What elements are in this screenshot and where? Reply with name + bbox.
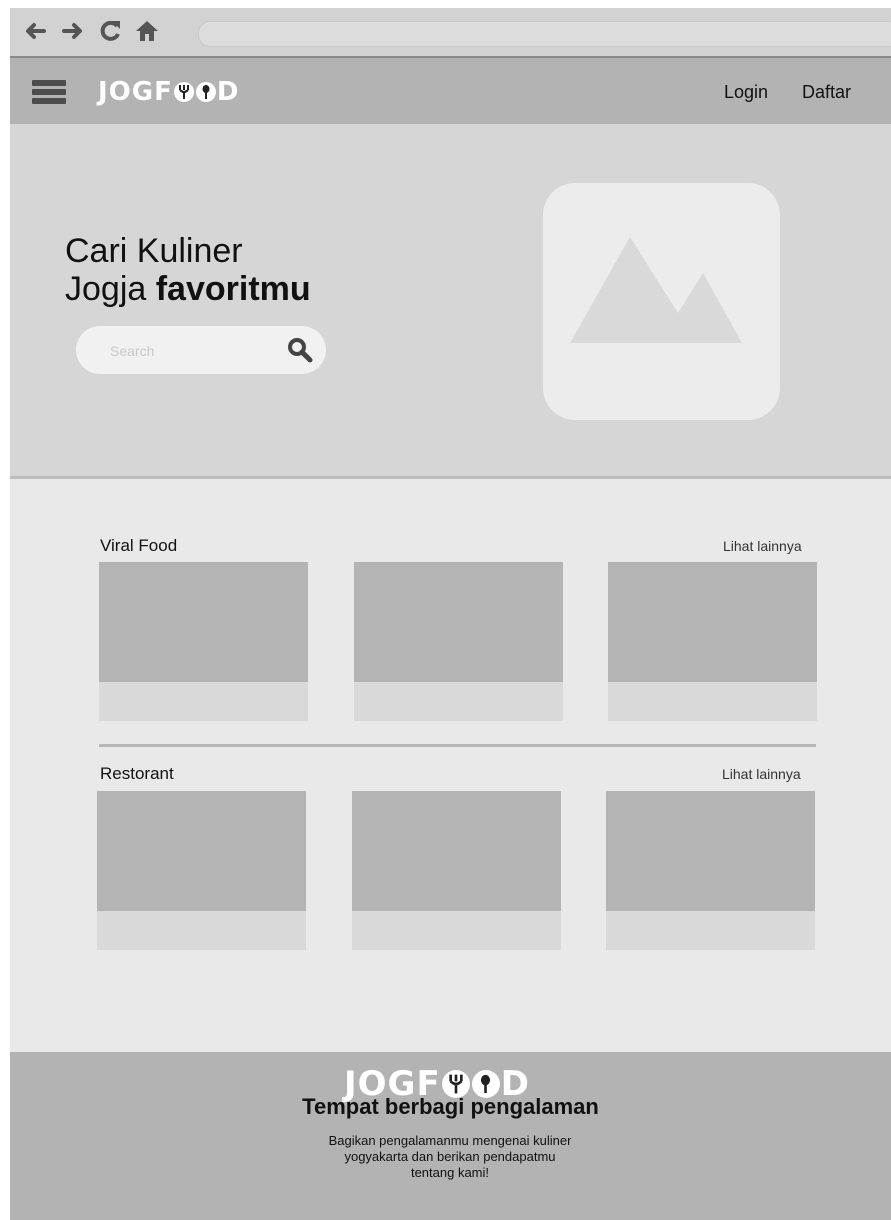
hero-title: Cari Kuliner Jogja favoritmu: [65, 232, 311, 308]
footer-description: Bagikan pengalamanmu mengenai kuliner yo…: [328, 1133, 572, 1180]
image-placeholder-icon: [570, 237, 742, 343]
restaurant-card[interactable]: [352, 791, 561, 950]
see-more-viral-food[interactable]: Lihat lainnya: [723, 538, 802, 554]
url-bar[interactable]: [198, 21, 891, 47]
arrow-left-icon[interactable]: [22, 18, 48, 44]
search-icon[interactable]: [286, 336, 314, 364]
hero-image-placeholder: [543, 183, 780, 420]
food-card[interactable]: [608, 562, 817, 721]
arrow-right-icon[interactable]: [60, 18, 86, 44]
browser-toolbar: [10, 8, 891, 58]
restaurant-card[interactable]: [606, 791, 815, 950]
search-input[interactable]: [108, 340, 272, 362]
restaurant-card[interactable]: [97, 791, 306, 950]
site-header: JOGF D Login Daftar: [10, 58, 891, 124]
hamburger-menu-icon[interactable]: [32, 80, 66, 104]
food-card[interactable]: [354, 562, 563, 721]
see-more-restaurant[interactable]: Lihat lainnya: [722, 766, 801, 782]
browser-window: JOGF D Login Daftar Cari Kuliner Jogja f…: [10, 8, 891, 1220]
section-title-restaurant: Restorant: [100, 764, 174, 783]
section-divider: [99, 744, 816, 747]
logo[interactable]: JOGF D: [98, 77, 239, 107]
home-icon[interactable]: [134, 18, 160, 44]
fork-icon: [173, 82, 194, 102]
food-card[interactable]: [99, 562, 308, 721]
footer-tagline: Tempat berbagi pengalaman: [302, 1094, 599, 1119]
spoon-icon: [195, 82, 216, 102]
reload-icon[interactable]: [98, 18, 124, 44]
hero-section: Cari Kuliner Jogja favoritmu: [10, 124, 891, 479]
section-title-viral-food: Viral Food: [100, 536, 178, 555]
register-link[interactable]: Daftar: [802, 82, 851, 103]
search-box: [76, 326, 326, 374]
login-link[interactable]: Login: [724, 82, 768, 103]
